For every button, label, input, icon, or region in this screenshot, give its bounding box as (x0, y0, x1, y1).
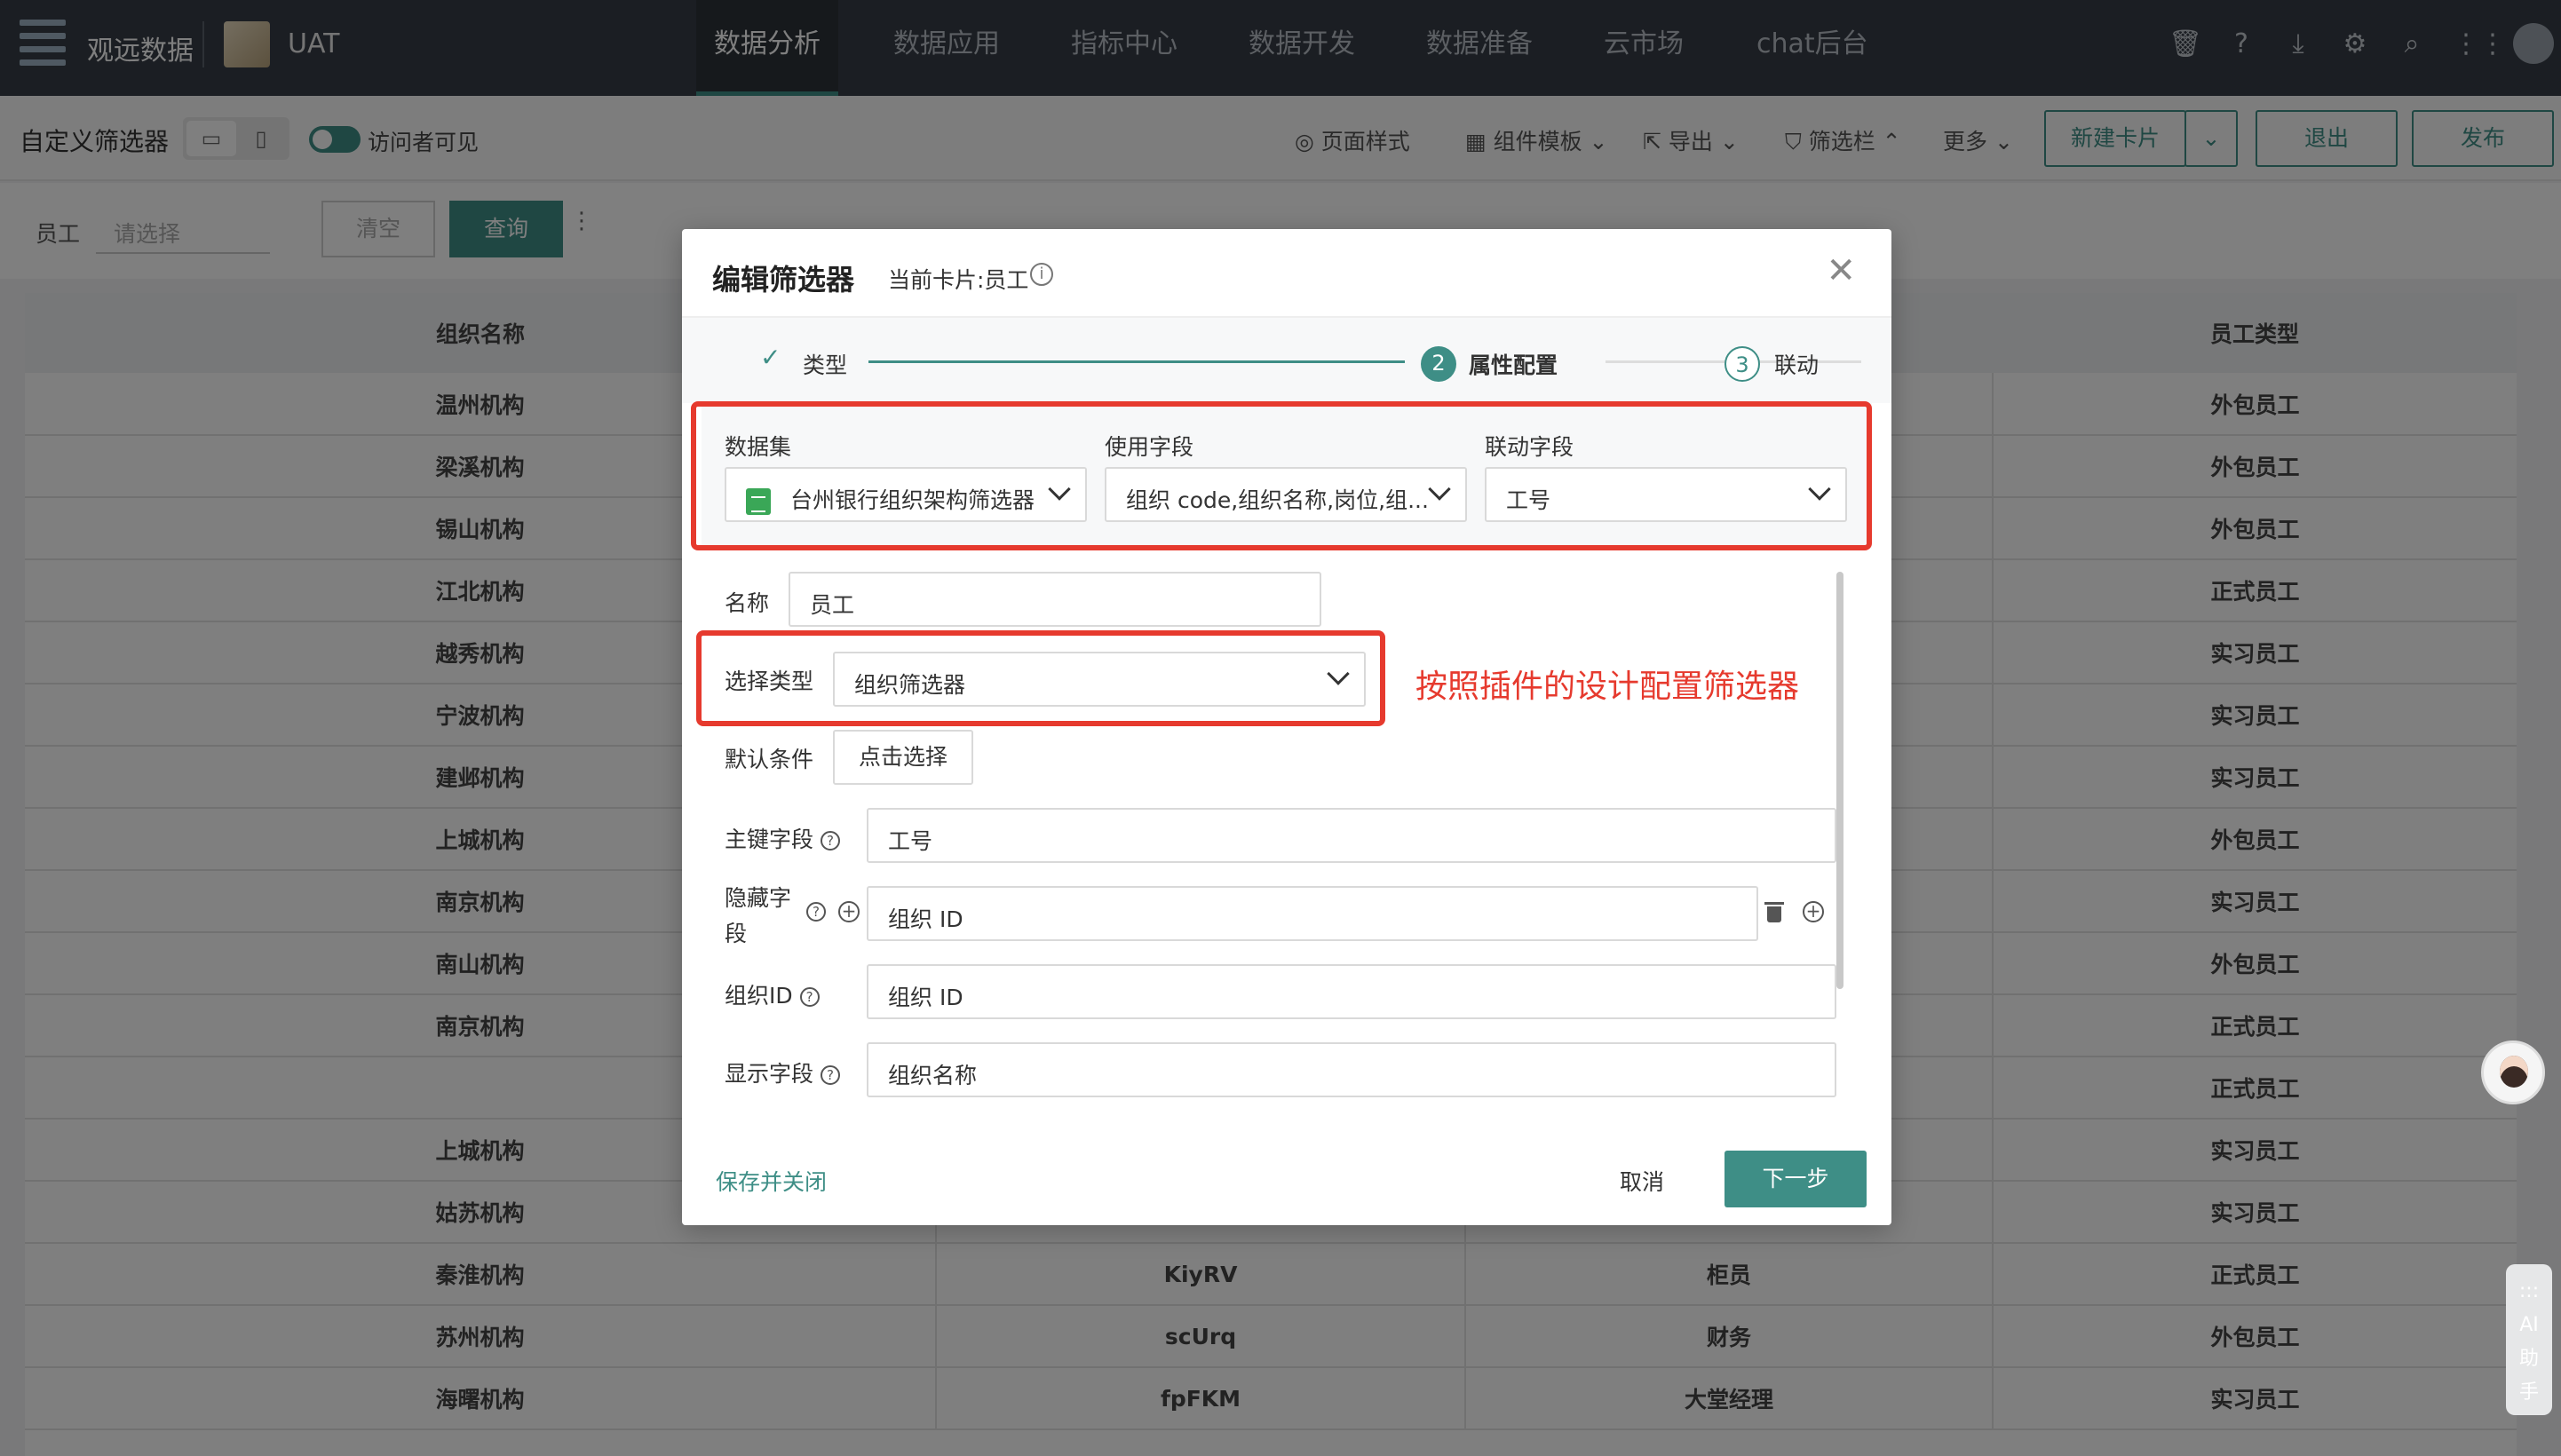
step-label-linkage[interactable]: 联动 (1774, 348, 1819, 380)
help-icon[interactable]: ? (821, 831, 841, 851)
highlight-box-dataset (691, 401, 1872, 550)
help-icon[interactable]: ? (799, 987, 820, 1007)
step-connector (868, 360, 1405, 363)
add-icon[interactable]: + (838, 901, 860, 922)
name-label: 名称 (725, 590, 770, 616)
step-number-3: 3 (1725, 346, 1760, 382)
hidden-field-label: 隐藏字 (725, 885, 792, 911)
stepper: ✓ 类型 2 属性配置 3 联动 (682, 318, 1891, 403)
help-icon[interactable]: ? (821, 1065, 841, 1085)
name-input[interactable]: 员工 (789, 572, 1321, 627)
hidden-field-label-wrap: 段 (725, 921, 748, 946)
step-label-attributes[interactable]: 属性配置 (1469, 348, 1558, 380)
scrollbar[interactable] (1836, 572, 1843, 989)
default-condition-label: 默认条件 (725, 747, 814, 772)
step-done-check-icon: ✓ (760, 343, 781, 372)
dialog-current-card: 当前卡片:员工 (888, 267, 1029, 293)
hidden-field-input[interactable]: 组织 ID (867, 886, 1758, 941)
primary-key-input[interactable]: 工号 (867, 808, 1836, 863)
dialog-title: 编辑筛选器 (712, 263, 855, 297)
step-number-2: 2 (1421, 346, 1456, 382)
org-id-label: 组织ID? (725, 978, 820, 1010)
close-icon[interactable]: ✕ (1826, 250, 1856, 291)
add-icon[interactable]: + (1803, 901, 1824, 922)
save-and-close-link[interactable]: 保存并关闭 (716, 1165, 827, 1197)
display-field-label: 显示字段? (725, 1056, 841, 1088)
info-icon[interactable]: i (1030, 263, 1053, 286)
delete-icon[interactable] (1764, 901, 1784, 922)
org-id-input[interactable]: 组织 ID (867, 964, 1836, 1019)
click-select-button[interactable]: 点击选择 (833, 730, 973, 785)
cancel-button[interactable]: 取消 (1620, 1165, 1664, 1197)
step-label-type[interactable]: 类型 (803, 348, 847, 380)
help-icon[interactable]: ? (806, 902, 826, 922)
assistant-avatar[interactable] (2481, 1041, 2545, 1104)
edit-filter-dialog: 编辑筛选器 当前卡片:员工 i ✕ ✓ 类型 2 属性配置 3 联动 数据集 台… (682, 229, 1891, 1225)
next-step-button[interactable]: 下一步 (1725, 1151, 1867, 1207)
ai-helper-tab[interactable]: ::: AI 助 手 (2506, 1264, 2552, 1415)
drag-handle-icon: ::: (2518, 1280, 2540, 1302)
highlight-box-select-type (696, 630, 1385, 726)
primary-key-label: 主键字段? (725, 822, 841, 854)
annotation-text: 按照插件的设计配置筛选器 (1415, 669, 1800, 705)
display-field-input[interactable]: 组织名称 (867, 1042, 1836, 1097)
